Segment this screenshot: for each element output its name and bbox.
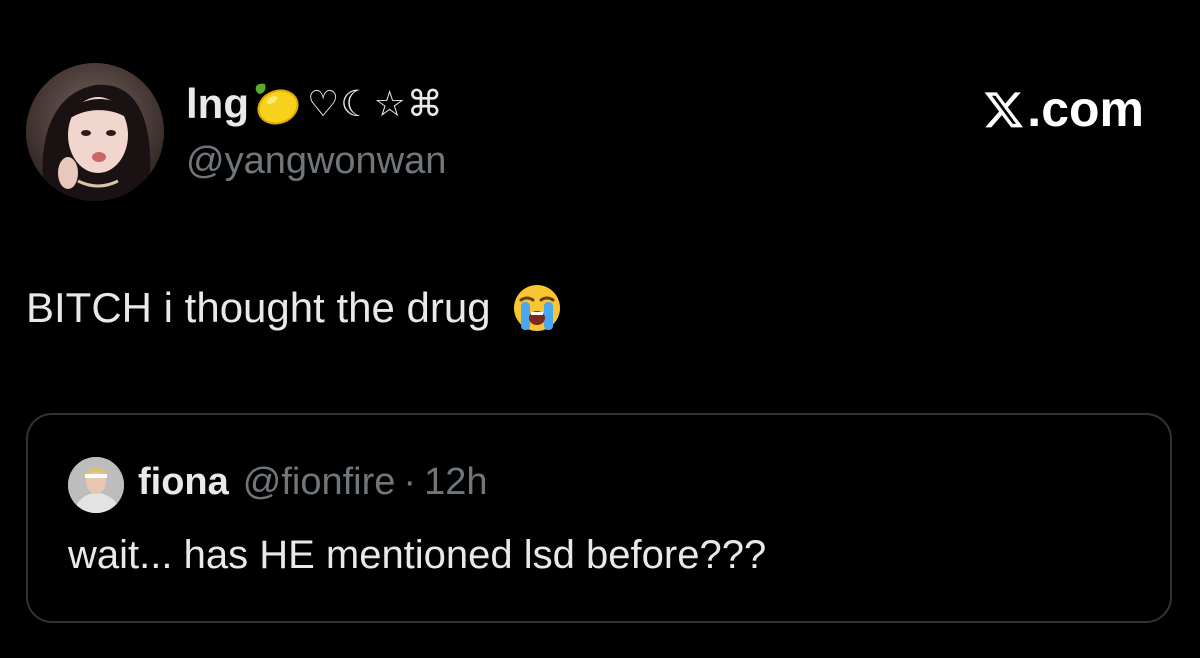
quoted-timestamp[interactable]: 12h	[424, 461, 487, 504]
display-name-symbols: ♡☾☆⌘	[306, 83, 444, 125]
author-avatar[interactable]	[26, 63, 164, 201]
avatar-image	[26, 63, 164, 201]
lemon-icon	[251, 80, 303, 128]
loudly-crying-face-icon	[511, 282, 563, 334]
author-display-name[interactable]: lng ♡☾☆⌘	[186, 80, 444, 128]
watermark-label: .com	[1027, 81, 1144, 137]
quoted-display-name[interactable]: fiona	[138, 461, 229, 504]
quoted-avatar-image	[68, 457, 124, 513]
quoted-separator: ·	[403, 461, 417, 503]
author-handle[interactable]: @yangwonwan	[186, 140, 446, 183]
tweet-text: BITCH i thought the drug	[26, 282, 563, 334]
x-logo-icon	[984, 92, 1024, 128]
quoted-tweet[interactable]: fiona @fionfire · 12h wait... has HE men…	[26, 413, 1172, 623]
x-com-watermark: .com	[983, 80, 1144, 138]
quoted-tweet-header: fiona @fionfire · 12h	[138, 461, 487, 504]
quoted-handle[interactable]: @fionfire	[243, 461, 396, 504]
quoted-author-avatar[interactable]	[68, 457, 124, 513]
tweet-text-content: BITCH i thought the drug	[26, 284, 491, 331]
tweet-card: lng ♡☾☆⌘ @yangwonwan .com BITCH i though…	[0, 0, 1200, 658]
display-name-text: lng	[186, 80, 249, 127]
quoted-tweet-text: wait... has HE mentioned lsd before???	[68, 533, 767, 577]
